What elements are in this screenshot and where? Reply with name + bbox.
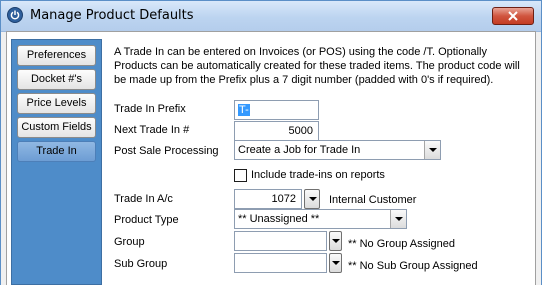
group-input[interactable] bbox=[234, 231, 327, 251]
sidebar-item-custom-fields[interactable]: Custom Fields bbox=[17, 117, 96, 138]
trade-in-ac-label: Trade In A/c bbox=[114, 193, 173, 205]
trade-in-prefix-input[interactable]: T- bbox=[234, 100, 319, 120]
chevron-down-icon bbox=[395, 217, 403, 221]
description-text: A Trade In can be entered on Invoices (o… bbox=[114, 46, 520, 86]
trade-in-ac-dropdown-button[interactable] bbox=[304, 189, 320, 209]
sub-group-note: ** No Sub Group Assigned bbox=[348, 260, 478, 272]
product-type-select[interactable]: ** Unassigned ** bbox=[234, 209, 407, 229]
sidebar-item-price-levels[interactable]: Price Levels bbox=[17, 93, 96, 114]
group-label: Group bbox=[114, 236, 145, 248]
post-sale-processing-value: Create a Job for Trade In bbox=[238, 144, 361, 156]
window-title: Manage Product Defaults bbox=[30, 8, 194, 23]
include-trade-ins-label: Include trade-ins on reports bbox=[251, 169, 385, 181]
post-sale-processing-select[interactable]: Create a Job for Trade In bbox=[234, 140, 441, 160]
chevron-down-icon bbox=[309, 197, 317, 201]
sidebar-item-preferences[interactable]: Preferences bbox=[17, 45, 96, 66]
post-sale-processing-label: Post Sale Processing bbox=[114, 145, 219, 157]
close-icon bbox=[508, 11, 518, 21]
group-note: ** No Group Assigned bbox=[348, 238, 456, 250]
product-type-label: Product Type bbox=[114, 214, 179, 226]
chevron-down-icon bbox=[332, 261, 340, 265]
product-type-value: ** Unassigned ** bbox=[238, 213, 320, 225]
group-dropdown-button[interactable] bbox=[329, 231, 342, 251]
sub-group-dropdown-button[interactable] bbox=[329, 253, 342, 273]
trade-in-ac-account-name: Internal Customer bbox=[329, 194, 417, 206]
chevron-down-icon bbox=[429, 148, 437, 152]
trade-in-prefix-value: T- bbox=[238, 104, 250, 116]
sub-group-label: Sub Group bbox=[114, 258, 168, 270]
power-icon bbox=[7, 7, 23, 23]
next-trade-in-label: Next Trade In # bbox=[114, 124, 190, 136]
trade-in-prefix-label: Trade In Prefix bbox=[114, 103, 186, 115]
next-trade-in-input[interactable]: 5000 bbox=[234, 121, 319, 141]
include-trade-ins-checkbox[interactable] bbox=[234, 169, 247, 182]
post-sale-processing-dropdown-button[interactable] bbox=[424, 141, 440, 159]
title-bar: Manage Product Defaults bbox=[1, 1, 541, 32]
close-button[interactable] bbox=[492, 7, 534, 25]
chevron-down-icon bbox=[332, 239, 340, 243]
sidebar-item-trade-in[interactable]: Trade In bbox=[17, 141, 96, 162]
sidebar: Preferences Docket #'s Price Levels Cust… bbox=[11, 39, 102, 285]
product-type-dropdown-button[interactable] bbox=[390, 210, 406, 228]
sidebar-item-dockets[interactable]: Docket #'s bbox=[17, 69, 96, 90]
trade-in-ac-input[interactable]: 1072 bbox=[234, 189, 302, 209]
sub-group-input[interactable] bbox=[234, 253, 327, 273]
